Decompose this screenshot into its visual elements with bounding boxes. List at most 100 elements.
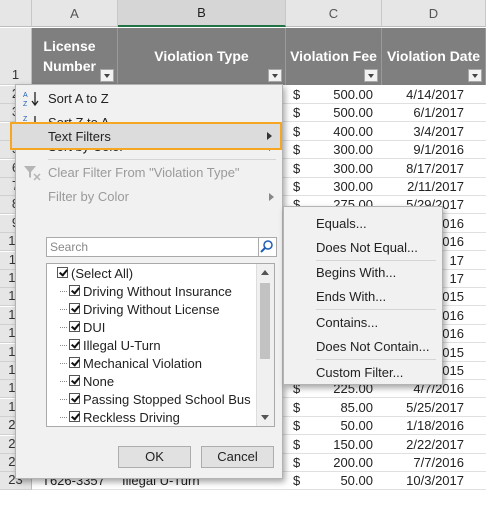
cell-date[interactable]: 5/25/2017 <box>406 400 464 415</box>
checkbox-checked-icon[interactable] <box>69 411 80 422</box>
row-number[interactable]: 1 <box>0 28 32 85</box>
submenu-does-not-contain[interactable]: Does Not Contain... <box>284 335 442 357</box>
tree-line <box>60 309 67 310</box>
filter-dropdown-violation-date[interactable] <box>468 69 482 82</box>
cell-fee[interactable]: 500.00 <box>333 87 373 102</box>
filter-dropdown-violation-type[interactable] <box>268 69 282 82</box>
submenu-ends-with[interactable]: Ends With... <box>284 285 442 307</box>
cell-fee[interactable]: 200.00 <box>333 455 373 470</box>
checkbox-checked-icon[interactable] <box>57 267 68 278</box>
menu-filter-by-color[interactable]: Filter by Color <box>16 185 282 208</box>
filter-dropdown-violation-fee[interactable] <box>364 69 378 82</box>
cell-date[interactable]: 6/1/2017 <box>413 105 464 120</box>
checkbox-checked-icon[interactable] <box>69 285 80 296</box>
filter-checklist-item[interactable]: Reckless Driving <box>47 409 255 426</box>
filter-dropdown-license[interactable] <box>100 69 114 82</box>
cell-fee[interactable]: 50.00 <box>340 473 373 488</box>
menu-text-filters[interactable]: Text Filters <box>10 122 282 150</box>
ok-button[interactable]: OK <box>118 446 191 468</box>
list-scrollbar[interactable] <box>256 264 274 426</box>
cell-fee[interactable]: 300.00 <box>333 179 373 194</box>
checkbox-checked-icon[interactable] <box>69 357 80 368</box>
cell-date[interactable]: 1/18/2016 <box>406 418 464 433</box>
cell-date[interactable]: 3/4/2017 <box>413 124 464 139</box>
select-all-corner[interactable] <box>0 0 32 27</box>
header-violation-date-label: Violation Date <box>386 48 481 64</box>
header-cell-violation-date: Violation Date <box>382 28 486 85</box>
cell-date[interactable]: 17 <box>450 271 464 286</box>
sort-az-icon: A Z <box>23 92 39 107</box>
cell-currency[interactable]: $ <box>293 87 300 102</box>
cell-date[interactable]: 8/17/2017 <box>406 161 464 176</box>
column-header-b[interactable]: B <box>118 0 286 27</box>
column-header-d[interactable]: D <box>382 0 486 27</box>
cell-currency[interactable]: $ <box>293 437 300 452</box>
filter-checklist-item[interactable]: Driving Without Insurance <box>47 283 255 301</box>
column-header-c[interactable]: C <box>286 0 382 27</box>
checkbox-checked-icon[interactable] <box>69 303 80 314</box>
cell-date[interactable]: 7/7/2016 <box>413 455 464 470</box>
column-c-label: C <box>328 5 339 21</box>
cell-currency[interactable]: $ <box>293 179 300 194</box>
cell-currency[interactable]: $ <box>293 124 300 139</box>
cell-fee[interactable]: 150.00 <box>333 437 373 452</box>
cell-date[interactable]: 4/14/2017 <box>406 87 464 102</box>
cell-currency[interactable]: $ <box>293 400 300 415</box>
cell-currency[interactable]: $ <box>293 161 300 176</box>
checkbox-checked-icon[interactable] <box>69 339 80 350</box>
filter-checklist-label: Driving Without License <box>83 302 220 317</box>
cell-fee[interactable]: 400.00 <box>333 124 373 139</box>
cell-fee[interactable]: 500.00 <box>333 105 373 120</box>
checkbox-checked-icon[interactable] <box>69 375 80 386</box>
cell-date[interactable]: 2/11/2017 <box>407 179 464 194</box>
text-filters-submenu: Equals... Does Not Equal... Begins With.… <box>283 206 443 385</box>
filter-value-list[interactable]: (Select All) Driving Without Insurance Dri… <box>46 263 275 427</box>
checkbox-checked-icon[interactable] <box>69 393 80 404</box>
submenu-begins-with[interactable]: Begins With... <box>284 261 442 283</box>
cancel-button-label: Cancel <box>217 449 258 464</box>
cell-currency[interactable]: $ <box>293 142 300 157</box>
scroll-up-icon[interactable] <box>261 270 269 275</box>
submenu-equals[interactable]: Equals... <box>284 212 442 234</box>
cell-fee[interactable]: 300.00 <box>333 142 373 157</box>
submenu-custom-filter[interactable]: Custom Filter... <box>284 361 442 383</box>
filter-checklist-item[interactable]: Illegal U-Turn <box>47 337 255 355</box>
filter-checklist-item[interactable]: Driving Without License <box>47 301 255 319</box>
filter-checklist-label: Mechanical Violation <box>83 356 202 371</box>
filter-checklist-item[interactable]: (Select All) <box>47 265 255 283</box>
search-icon[interactable] <box>259 237 277 257</box>
cancel-button[interactable]: Cancel <box>201 446 274 468</box>
cell-date[interactable]: 10/3/2017 <box>406 473 464 488</box>
cell-fee[interactable]: 300.00 <box>333 161 373 176</box>
filter-search-input[interactable]: Search <box>46 237 259 257</box>
submenu-does-not-contain-label: Does Not Contain... <box>316 339 430 354</box>
submenu-does-not-equal-label: Does Not Equal... <box>316 240 418 255</box>
submenu-does-not-equal[interactable]: Does Not Equal... <box>284 236 442 258</box>
cell-currency[interactable]: $ <box>293 473 300 488</box>
cell-fee[interactable]: 50.00 <box>340 418 373 433</box>
cell-fee[interactable]: 85.00 <box>340 400 373 415</box>
cell-date[interactable]: 2/22/2017 <box>406 437 464 452</box>
filter-checklist-item[interactable]: None <box>47 373 255 391</box>
scroll-thumb[interactable] <box>260 283 270 359</box>
menu-sort-az[interactable]: A Z Sort A to Z <box>16 87 282 110</box>
checkbox-checked-icon[interactable] <box>69 321 80 332</box>
cell-date[interactable]: 17 <box>450 253 464 268</box>
cell-currency[interactable]: $ <box>293 418 300 433</box>
cell-currency[interactable]: $ <box>293 105 300 120</box>
cell-date[interactable]: 9/1/2016 <box>413 142 464 157</box>
submenu-arrow-icon <box>267 132 272 140</box>
scroll-down-icon[interactable] <box>261 415 269 420</box>
menu-clear-filter[interactable]: Clear Filter From "Violation Type" <box>16 161 282 184</box>
submenu-contains[interactable]: Contains... <box>284 311 442 333</box>
filter-checklist-item[interactable]: Passing Stopped School Bus <box>47 391 255 409</box>
filter-checklist-item[interactable]: DUI <box>47 319 255 337</box>
magnifier-icon <box>260 240 273 253</box>
cell-currency[interactable]: $ <box>293 455 300 470</box>
filter-checklist-item[interactable]: Mechanical Violation <box>47 355 255 373</box>
header-violation-type-label: Violation Type <box>154 48 249 64</box>
tree-line <box>60 327 67 328</box>
column-b-label: B <box>197 5 206 20</box>
column-header-a[interactable]: A <box>32 0 118 27</box>
submenu-ends-with-label: Ends With... <box>316 289 387 304</box>
